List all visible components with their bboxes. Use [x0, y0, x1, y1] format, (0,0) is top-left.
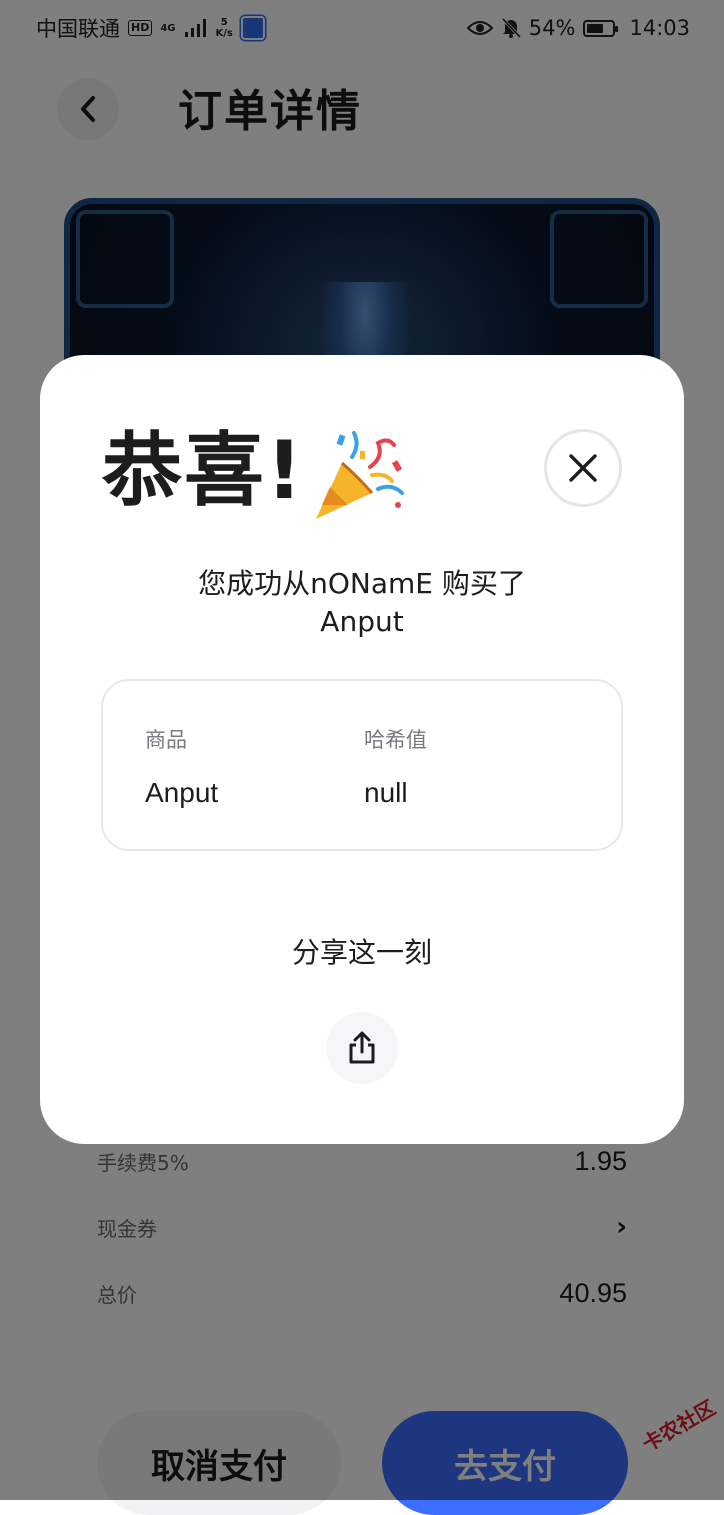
purchase-info-card: 商品 Anput 哈希值 null [101, 679, 623, 851]
product-label: 商品 [145, 728, 187, 752]
hash-value: null [364, 777, 408, 808]
hash-column: 哈希值 null [364, 725, 427, 811]
product-column: 商品 Anput [145, 725, 218, 811]
share-button[interactable] [326, 1012, 398, 1084]
product-value: Anput [145, 777, 219, 808]
success-message-line2: Anput [320, 605, 404, 638]
modal-title: 恭喜! [102, 424, 305, 517]
close-icon [569, 454, 597, 482]
hash-label: 哈希值 [364, 728, 427, 752]
share-icon [349, 1031, 375, 1064]
purchase-success-modal: 恭喜! 您成功从nONamE 购买了 Anput 商品 Anput 哈希值 nu… [40, 355, 684, 1144]
share-label: 分享这一刻 [291, 936, 432, 969]
close-button[interactable] [544, 429, 622, 507]
party-popper-icon [316, 431, 404, 519]
